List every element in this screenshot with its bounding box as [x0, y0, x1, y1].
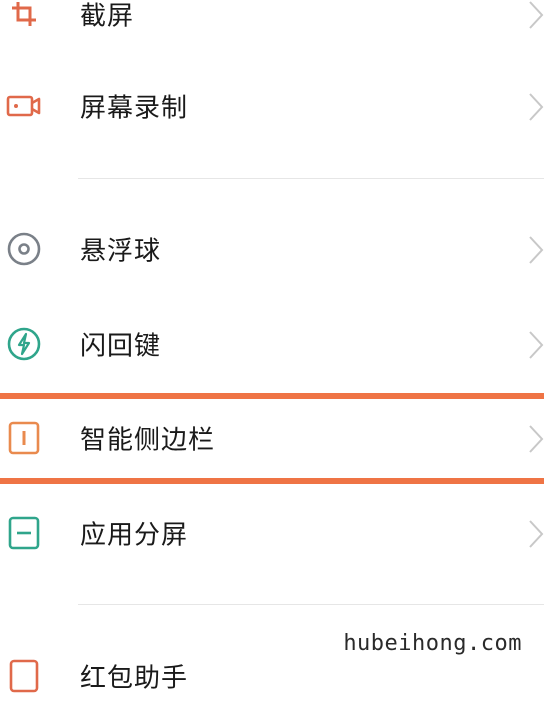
- highlight-border-top: [0, 393, 544, 399]
- watermark-text: hubeihong.com: [343, 631, 522, 656]
- chevron-right-icon: [528, 92, 544, 122]
- menu-item-label: 截屏: [80, 1, 135, 32]
- menu-item-flashback-key[interactable]: 闪回键: [0, 308, 544, 380]
- chevron-right-icon: [528, 235, 544, 265]
- menu-item-label: 红包助手: [80, 663, 189, 694]
- crop-icon: [6, 0, 42, 32]
- menu-item-label: 应用分屏: [80, 520, 189, 551]
- menu-item-label: 闪回键: [80, 331, 162, 362]
- video-record-icon: [6, 88, 42, 124]
- floating-ball-icon: [6, 231, 42, 267]
- menu-item-smart-sidebar[interactable]: 智能侧边栏: [0, 402, 544, 474]
- menu-item-screen-record[interactable]: 屏幕录制: [0, 70, 544, 142]
- menu-item-split-screen[interactable]: 应用分屏: [0, 497, 544, 569]
- sidebar-icon: [6, 420, 42, 456]
- menu-item-screenshot[interactable]: 截屏: [0, 0, 544, 50]
- chevron-right-icon: [528, 424, 544, 454]
- menu-item-label: 屏幕录制: [80, 93, 189, 124]
- section-divider: [78, 604, 544, 605]
- red-packet-icon: [6, 658, 42, 694]
- split-screen-icon: [6, 515, 42, 551]
- menu-item-floating-ball[interactable]: 悬浮球: [0, 213, 544, 285]
- chevron-right-icon: [528, 330, 544, 360]
- menu-item-label: 悬浮球: [80, 236, 162, 267]
- highlight-border-bottom: [0, 478, 544, 484]
- menu-item-label: 智能侧边栏: [80, 425, 216, 456]
- section-divider: [78, 178, 544, 179]
- flashback-icon: [6, 326, 42, 362]
- chevron-right-icon: [528, 519, 544, 549]
- chevron-right-icon: [528, 0, 544, 30]
